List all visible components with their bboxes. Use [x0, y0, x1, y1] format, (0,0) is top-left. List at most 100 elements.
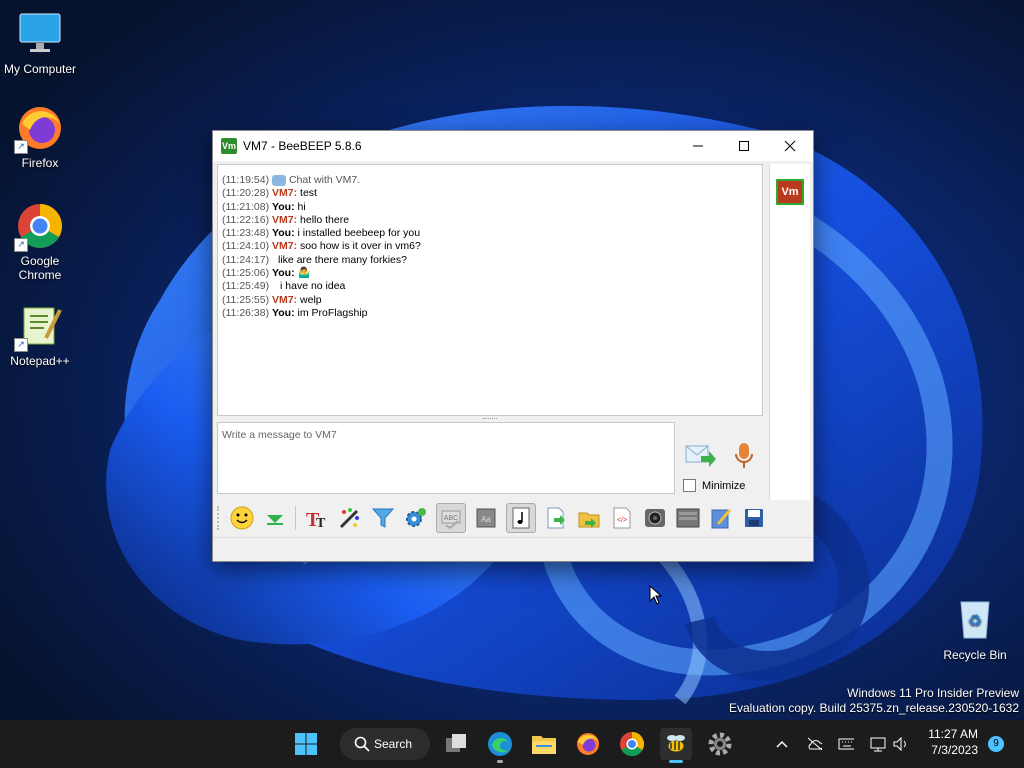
svg-text:Aa: Aa [481, 515, 491, 524]
taskbar-chrome[interactable] [616, 728, 648, 760]
desktop-icon-google-chrome[interactable]: ↗ Google Chrome [0, 202, 80, 282]
checkbox-box[interactable] [683, 479, 696, 492]
maximize-window-button[interactable] [721, 131, 767, 161]
message-timestamp: (11:21:08) [222, 200, 270, 213]
show-hidden-icons-button[interactable] [774, 736, 790, 752]
folder-share-icon [578, 512, 600, 528]
minimize-icon [693, 145, 703, 147]
message-timestamp: (11:23:48) [222, 227, 270, 240]
chat-message: (11:19:54) Chat with VM7. [222, 174, 762, 187]
smiley-icon [230, 506, 254, 530]
chat-message: (11:24:17) like are there many forkies? [222, 254, 762, 267]
taskbar-firefox[interactable] [572, 728, 604, 760]
message-text: hello there [300, 213, 350, 226]
start-button[interactable] [290, 728, 322, 760]
mouse-cursor-icon [649, 585, 663, 605]
text-box-button[interactable]: Aa [473, 505, 499, 531]
message-input[interactable]: Write a message to VM7 [217, 422, 675, 494]
svg-text:</>: </> [617, 517, 627, 524]
message-sender: VM7: [272, 187, 298, 200]
message-text: im ProFlagship [297, 306, 368, 319]
desktop-icon-recycle-bin[interactable]: ♻ Recycle Bin [935, 596, 1015, 662]
message-timestamp: (11:25:49) [222, 280, 270, 293]
notification-badge[interactable]: 9 [988, 736, 1004, 752]
sound-button[interactable] [506, 503, 536, 533]
chrome-icon: ↗ [14, 202, 64, 252]
user-sidebar: Vm [769, 164, 810, 500]
chat-message: (11:25:49) i have no idea [222, 280, 762, 293]
send-message-icon [685, 445, 716, 467]
message-text: test [300, 187, 317, 200]
window-title: VM7 - BeeBEEP 5.8.6 [243, 139, 362, 153]
volume-tray-button[interactable] [892, 736, 908, 752]
message-sender: VM7: [272, 240, 298, 253]
system-clock[interactable]: 11:27 AM 7/3/2023 [928, 726, 978, 758]
splitter-handle[interactable] [483, 418, 497, 421]
status-bar [213, 537, 813, 562]
onedrive-tray-button[interactable] [806, 736, 822, 752]
message-text: 🤷‍♂️ [297, 267, 311, 280]
send-button[interactable] [685, 442, 717, 468]
title-bar[interactable]: Vm VM7 - BeeBEEP 5.8.6 [213, 131, 813, 161]
keyboard-tray-button[interactable] [838, 736, 854, 752]
close-icon [784, 140, 796, 152]
expand-button[interactable] [262, 505, 288, 531]
task-view-icon [446, 734, 466, 752]
chat-history[interactable]: (11:19:54) Chat with VM7. (11:20:28) VM7… [217, 164, 763, 416]
save-icon [745, 509, 763, 527]
desktop-icon-notepad-plus-plus[interactable]: ↗ Notepad++ [0, 302, 80, 368]
chat-message: (11:25:06) You: 🤷‍♂️ [222, 267, 762, 280]
taskbar-search[interactable]: Search [340, 728, 430, 760]
taskbar-beebeep[interactable] [660, 728, 692, 763]
emoticons-button[interactable] [229, 505, 255, 531]
taskbar-edge[interactable] [484, 728, 516, 763]
html-icon: </> [613, 507, 631, 529]
share-folder-button[interactable] [576, 505, 602, 531]
gear-icon [708, 732, 732, 756]
user-avatar[interactable]: Vm [776, 179, 804, 205]
filter-button[interactable] [370, 505, 396, 531]
network-icon [870, 737, 886, 752]
desktop-icon-my-computer[interactable]: My Computer [0, 10, 80, 76]
shelf-icon [676, 508, 700, 528]
screenshot-button[interactable] [642, 505, 668, 531]
message-timestamp: (11:26:38) [222, 306, 270, 319]
task-view-button[interactable] [440, 728, 472, 760]
message-text: i installed beebeep for you [297, 227, 421, 240]
voice-message-button[interactable] [733, 442, 755, 470]
network-tray-button[interactable] [870, 736, 886, 752]
chat-bubble-icon [272, 174, 287, 186]
font-button[interactable]: TT [304, 505, 330, 531]
shelf-button[interactable] [675, 505, 701, 531]
message-text: welp [300, 293, 322, 306]
edge-icon [488, 732, 512, 756]
taskbar-settings[interactable] [704, 728, 736, 760]
settings-button[interactable] [403, 505, 429, 531]
edit-button[interactable] [708, 505, 734, 531]
desktop-icon-label: Firefox [21, 156, 59, 170]
save-button[interactable] [741, 505, 767, 531]
svg-text:♻: ♻ [968, 613, 982, 630]
toolbar-grip [217, 506, 223, 530]
html-button[interactable]: </> [609, 505, 635, 531]
speaker-icon [893, 736, 906, 752]
spellcheck-button[interactable]: ABC [436, 503, 466, 533]
screenshot-icon [645, 509, 665, 527]
color-button[interactable] [337, 505, 363, 531]
active-indicator [669, 760, 683, 763]
minimize-window-button[interactable] [675, 131, 721, 161]
keyboard-icon [838, 738, 854, 750]
shortcut-arrow-icon: ↗ [14, 140, 28, 154]
monitor-icon [16, 10, 64, 58]
message-sender: VM7: [272, 293, 298, 306]
desktop-icon-label: Notepad++ [10, 354, 70, 368]
chat-message: (11:21:08) You: hi [222, 201, 762, 214]
taskbar-file-explorer[interactable] [528, 728, 560, 760]
send-file-button[interactable] [543, 505, 569, 531]
minimize-checkbox[interactable]: Minimize [683, 479, 745, 492]
watermark-line1: Windows 11 Pro Insider Preview [847, 686, 1019, 700]
message-sender: You: [272, 227, 295, 240]
svg-text:ABC: ABC [444, 515, 458, 522]
desktop-icon-firefox[interactable]: ↗ Firefox [0, 104, 80, 170]
close-window-button[interactable] [767, 131, 813, 161]
